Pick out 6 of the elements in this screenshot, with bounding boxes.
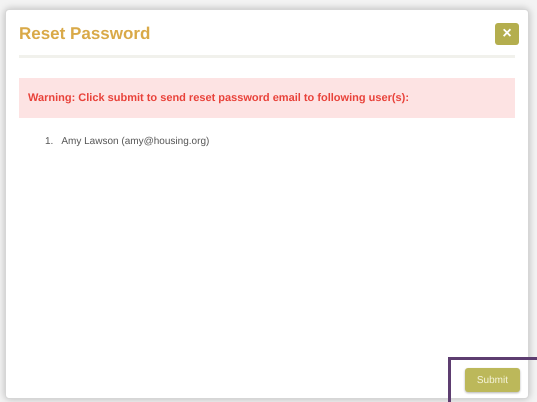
user-entry: Amy Lawson (amy@housing.org) xyxy=(61,135,210,149)
close-button[interactable]: × xyxy=(495,22,519,45)
dialog-title: Reset Password xyxy=(19,23,150,45)
warning-message: Warning: Click submit to send reset password email to following user(s): xyxy=(19,78,515,118)
submit-button[interactable]: Submit xyxy=(464,368,520,392)
list-number: 1. xyxy=(45,135,54,149)
